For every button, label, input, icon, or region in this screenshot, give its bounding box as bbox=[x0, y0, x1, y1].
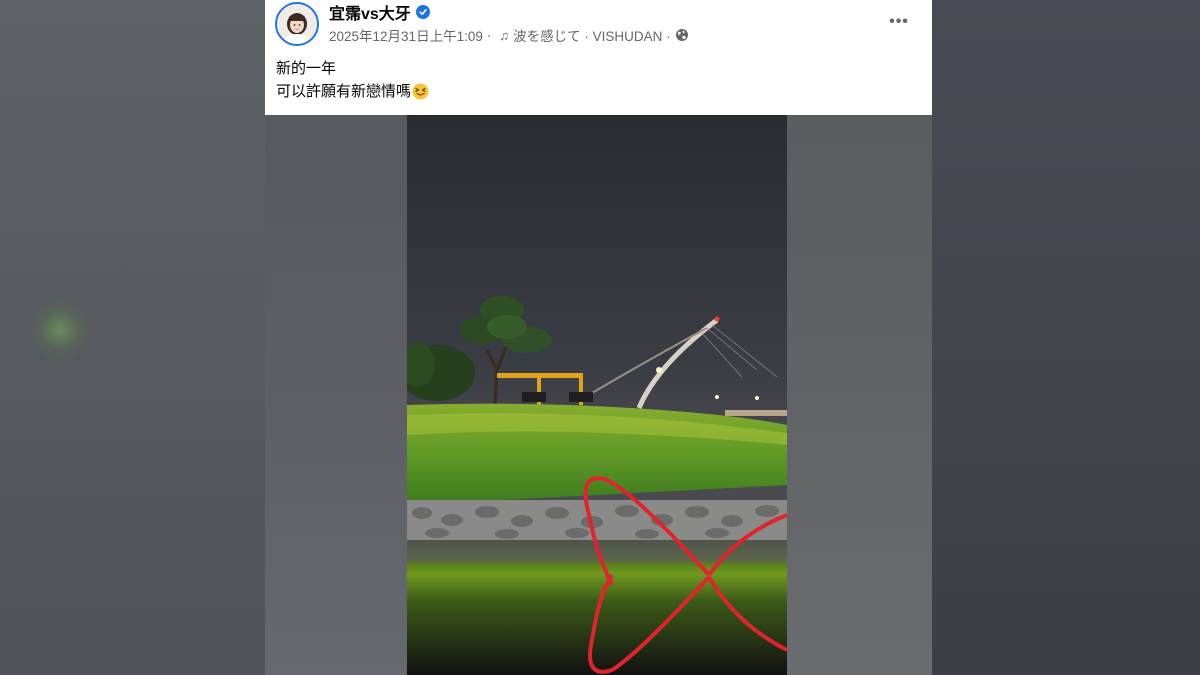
meta-separator: · bbox=[486, 27, 492, 43]
post-header: 宜霈vs大牙 2025年12月31日上午1:09 · ♫ 波を感じて · VIS… bbox=[265, 0, 932, 115]
music-note-icon: ♫ bbox=[499, 27, 510, 43]
author-row: 宜霈vs大牙 bbox=[329, 0, 430, 24]
avatar[interactable] bbox=[275, 2, 319, 46]
media-letterbox-right bbox=[787, 115, 932, 675]
post-photo[interactable] bbox=[407, 115, 787, 675]
post-meta: 2025年12月31日上午1:09 · ♫ 波を感じて · VISHUDAN · bbox=[329, 26, 689, 44]
background-right bbox=[932, 0, 1200, 675]
post-caption: 新的一年 可以許願有新戀情嗎 bbox=[276, 57, 429, 103]
squinting-tongue-emoji-icon bbox=[412, 83, 429, 100]
caption-line-2: 可以許願有新戀情嗎 bbox=[276, 83, 412, 100]
caption-line-2-row: 可以許願有新戀情嗎 bbox=[276, 80, 429, 103]
street-light bbox=[755, 396, 759, 400]
verified-badge-icon bbox=[415, 5, 430, 19]
post-timestamp[interactable]: 2025年12月31日上午1:09 bbox=[329, 25, 483, 45]
music-track[interactable]: 波を感じて · VISHUDAN · bbox=[513, 25, 671, 45]
media-letterbox-left bbox=[265, 115, 407, 675]
post-media[interactable] bbox=[265, 115, 932, 675]
more-options-button[interactable]: ••• bbox=[885, 12, 913, 32]
facebook-post: 宜霈vs大牙 2025年12月31日上午1:09 · ♫ 波を感じて · VIS… bbox=[265, 0, 932, 675]
street-light bbox=[715, 395, 719, 399]
globe-icon[interactable] bbox=[675, 28, 689, 42]
avatar-image bbox=[277, 4, 317, 44]
background-blur bbox=[30, 300, 90, 360]
background-left bbox=[0, 0, 265, 675]
caption-line-1: 新的一年 bbox=[276, 60, 337, 77]
author-name[interactable]: 宜霈vs大牙 bbox=[329, 0, 411, 24]
more-dots-icon: ••• bbox=[889, 13, 909, 30]
street-light bbox=[656, 367, 662, 373]
